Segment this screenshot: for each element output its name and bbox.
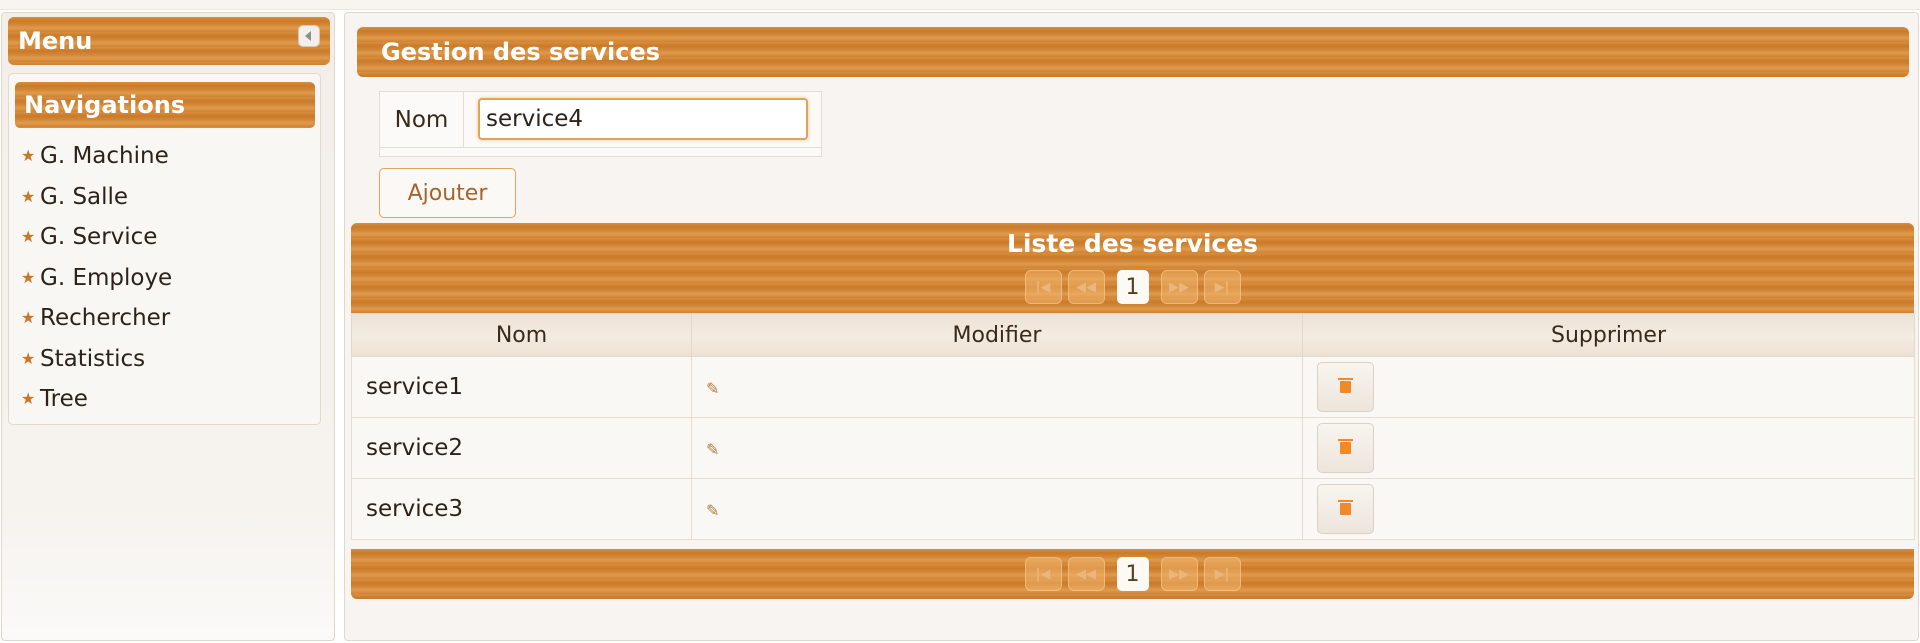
- prev-page-icon[interactable]: ◀◀: [1067, 557, 1105, 591]
- supprimer-cell: [1302, 356, 1915, 418]
- modifier-cell: ✎: [691, 478, 1303, 540]
- nom-input[interactable]: [478, 98, 808, 140]
- star-icon: ★: [21, 267, 36, 287]
- table-row: service2 ✎: [351, 417, 1915, 479]
- last-page-icon[interactable]: ▶|: [1203, 270, 1241, 304]
- main-panel: Gestion des services Nom Ajouter Liste d…: [344, 12, 1919, 641]
- pencil-icon[interactable]: ✎: [706, 440, 719, 459]
- nom-label: Nom: [380, 92, 464, 148]
- paginator-top: |◀ ◀◀ 1 ▶▶ ▶|: [351, 269, 1914, 305]
- first-page-icon[interactable]: |◀: [1024, 270, 1062, 304]
- nav-item-label[interactable]: Tree: [40, 379, 88, 420]
- service-name-cell: service2: [351, 417, 692, 479]
- supprimer-cell: [1302, 417, 1915, 479]
- nav-item-service[interactable]: ★ G. Service: [21, 217, 172, 258]
- nav-item-label[interactable]: Statistics: [40, 339, 145, 380]
- column-header-nom[interactable]: Nom: [351, 313, 692, 357]
- collapse-left-icon[interactable]: [298, 25, 320, 47]
- last-page-icon[interactable]: ▶|: [1203, 557, 1241, 591]
- first-page-icon[interactable]: |◀: [1024, 557, 1062, 591]
- navigation-list: ★ G. Machine ★ G. Salle ★ G. Service ★ G. Em…: [21, 136, 172, 420]
- services-list-panel: Liste des services |◀ ◀◀ 1 ▶▶ ▶| Nom Mod…: [351, 223, 1915, 599]
- service-name-cell: service1: [351, 356, 692, 418]
- column-header-supprimer: Supprimer: [1302, 313, 1915, 357]
- nav-item-label[interactable]: G. Employe: [40, 258, 172, 299]
- delete-button[interactable]: [1317, 423, 1374, 473]
- modifier-cell: ✎: [691, 356, 1303, 418]
- star-icon: ★: [21, 348, 36, 368]
- page-number[interactable]: 1: [1116, 270, 1149, 304]
- service-name-cell: service3: [351, 478, 692, 540]
- gestion-panel: Gestion des services Nom Ajouter: [357, 27, 1909, 235]
- supprimer-cell: [1302, 478, 1915, 540]
- top-bar: [0, 0, 1920, 10]
- star-icon: ★: [21, 186, 36, 206]
- pencil-icon[interactable]: ✎: [706, 501, 719, 520]
- nav-item-machine[interactable]: ★ G. Machine: [21, 136, 172, 177]
- table-header-row: Nom Modifier Supprimer: [351, 313, 1915, 357]
- pencil-icon[interactable]: ✎: [706, 379, 719, 398]
- service-form: Nom: [379, 91, 822, 157]
- next-page-icon[interactable]: ▶▶: [1160, 270, 1198, 304]
- nav-item-rechercher[interactable]: ★ Rechercher: [21, 298, 172, 339]
- prev-page-icon[interactable]: ◀◀: [1067, 270, 1105, 304]
- form-divider: [380, 147, 821, 148]
- navigation-panel: Navigations ★ G. Machine ★ G. Salle ★ G. Se…: [8, 73, 321, 425]
- navigation-header: Navigations: [15, 82, 315, 128]
- menu-header: Menu: [8, 17, 330, 65]
- menu-title: Menu: [18, 27, 93, 55]
- nav-item-label[interactable]: G. Service: [40, 217, 157, 258]
- next-page-icon[interactable]: ▶▶: [1160, 557, 1198, 591]
- nav-item-label[interactable]: G. Salle: [40, 177, 128, 218]
- modifier-cell: ✎: [691, 417, 1303, 479]
- star-icon: ★: [21, 308, 36, 327]
- delete-button[interactable]: [1317, 362, 1374, 412]
- sidebar: Menu Navigations ★ G. Machine ★ G. Salle ★…: [1, 12, 335, 641]
- services-table: Nom Modifier Supprimer service1 ✎ servic…: [351, 313, 1915, 540]
- table-row: service1 ✎: [351, 356, 1915, 418]
- list-header: Liste des services |◀ ◀◀ 1 ▶▶ ▶|: [351, 223, 1914, 313]
- nav-item-salle[interactable]: ★ G. Salle: [21, 177, 172, 218]
- star-icon: ★: [21, 227, 36, 246]
- nav-item-employe[interactable]: ★ G. Employe: [21, 258, 172, 299]
- table-row: service3 ✎: [351, 478, 1915, 540]
- paginator-bottom: |◀ ◀◀ 1 ▶▶ ▶|: [351, 556, 1914, 592]
- page-number[interactable]: 1: [1116, 557, 1149, 591]
- nav-item-tree[interactable]: ★ Tree: [21, 379, 172, 420]
- nav-item-statistics[interactable]: ★ Statistics: [21, 339, 172, 380]
- trash-icon: [1338, 500, 1353, 515]
- gestion-title: Gestion des services: [357, 27, 1909, 77]
- star-icon: ★: [21, 389, 36, 408]
- nav-item-label[interactable]: G. Machine: [40, 136, 169, 177]
- list-footer: |◀ ◀◀ 1 ▶▶ ▶|: [351, 549, 1914, 599]
- nav-item-label[interactable]: Rechercher: [40, 298, 170, 339]
- column-header-modifier: Modifier: [691, 313, 1303, 357]
- ajouter-button[interactable]: Ajouter: [379, 168, 516, 218]
- trash-icon: [1338, 439, 1353, 454]
- star-icon: ★: [21, 146, 36, 165]
- delete-button[interactable]: [1317, 484, 1374, 534]
- trash-icon: [1338, 378, 1353, 393]
- list-title: Liste des services: [1006, 229, 1259, 258]
